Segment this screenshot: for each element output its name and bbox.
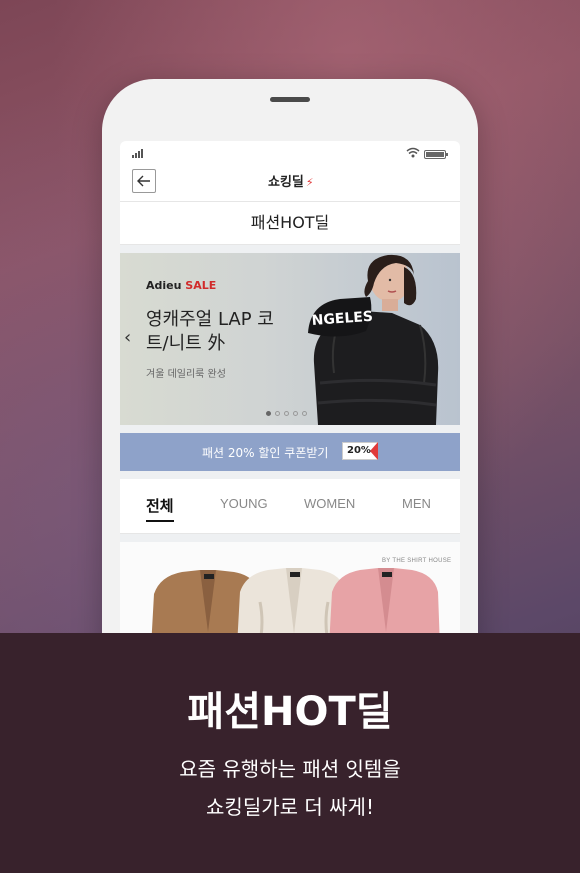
caption-title: 패션HOT딜 xyxy=(187,689,393,735)
promo-banner[interactable]: Adieu SALE 영캐주얼 LAP 코트/니트 外 겨울 데일리룩 완성 ‹… xyxy=(120,253,460,425)
tab-all[interactable]: 전체 xyxy=(146,495,174,522)
carousel-dot[interactable] xyxy=(284,411,289,416)
battery-icon xyxy=(424,150,448,159)
banner-subcopy: 겨울 데일리룩 완성 xyxy=(146,369,226,380)
page-title: 패션HOT딜 xyxy=(120,202,460,245)
category-tabs: 전체 YOUNG WOMEN MEN xyxy=(120,479,460,534)
phone-screen: 쇼킹딜 ⚡ 패션HOT딜 Adieu SALE 영캐주얼 LAP 코트/니트 外 … xyxy=(120,141,460,701)
signal-icon xyxy=(132,149,143,158)
divider xyxy=(120,425,460,433)
banner-headline: 영캐주얼 LAP 코트/니트 外 xyxy=(146,309,274,354)
chevron-left-icon[interactable]: ‹ xyxy=(124,327,131,348)
app-header: 쇼킹딜 ⚡ xyxy=(120,161,460,202)
tab-young[interactable]: YOUNG xyxy=(220,496,268,511)
tab-women[interactable]: WOMEN xyxy=(304,496,355,511)
phone-speaker xyxy=(270,97,310,102)
app-logo[interactable]: 쇼킹딜 ⚡ xyxy=(268,171,314,190)
caption-line-1: 요즘 유행하는 패션 잇템을 xyxy=(179,757,401,781)
back-button[interactable] xyxy=(132,169,156,193)
banner-sale-label: Adieu SALE xyxy=(146,279,217,292)
divider xyxy=(120,245,460,253)
phone-frame: 쇼킹딜 ⚡ 패션HOT딜 Adieu SALE 영캐주얼 LAP 코트/니트 外 … xyxy=(102,79,478,701)
caption-line-2: 쇼킹딜가로 더 싸게! xyxy=(206,795,374,819)
divider xyxy=(120,534,460,542)
logo-text: 쇼킹딜 xyxy=(268,175,304,190)
tab-men[interactable]: MEN xyxy=(402,496,431,511)
divider xyxy=(120,471,460,479)
carousel-dot[interactable] xyxy=(293,411,298,416)
status-bar xyxy=(120,141,460,161)
arrow-left-icon xyxy=(137,175,150,187)
model-photo: NGELES xyxy=(308,254,439,425)
coupon-bar[interactable]: 패션 20% 할인 쿠폰받기 20% xyxy=(120,433,460,471)
wifi-icon xyxy=(406,147,420,158)
caption-panel: 패션HOT딜 요즘 유행하는 패션 잇템을 쇼킹딜가로 더 싸게! xyxy=(0,633,580,873)
coupon-badge: 20% xyxy=(342,442,378,460)
logo-mark-icon: ⚡ xyxy=(305,176,314,189)
carousel-dot[interactable] xyxy=(275,411,280,416)
carousel-indicator xyxy=(266,411,307,416)
coupon-text: 패션 20% 할인 쿠폰받기 xyxy=(202,446,329,460)
carousel-dot[interactable] xyxy=(302,411,307,416)
carousel-dot[interactable] xyxy=(266,411,271,416)
